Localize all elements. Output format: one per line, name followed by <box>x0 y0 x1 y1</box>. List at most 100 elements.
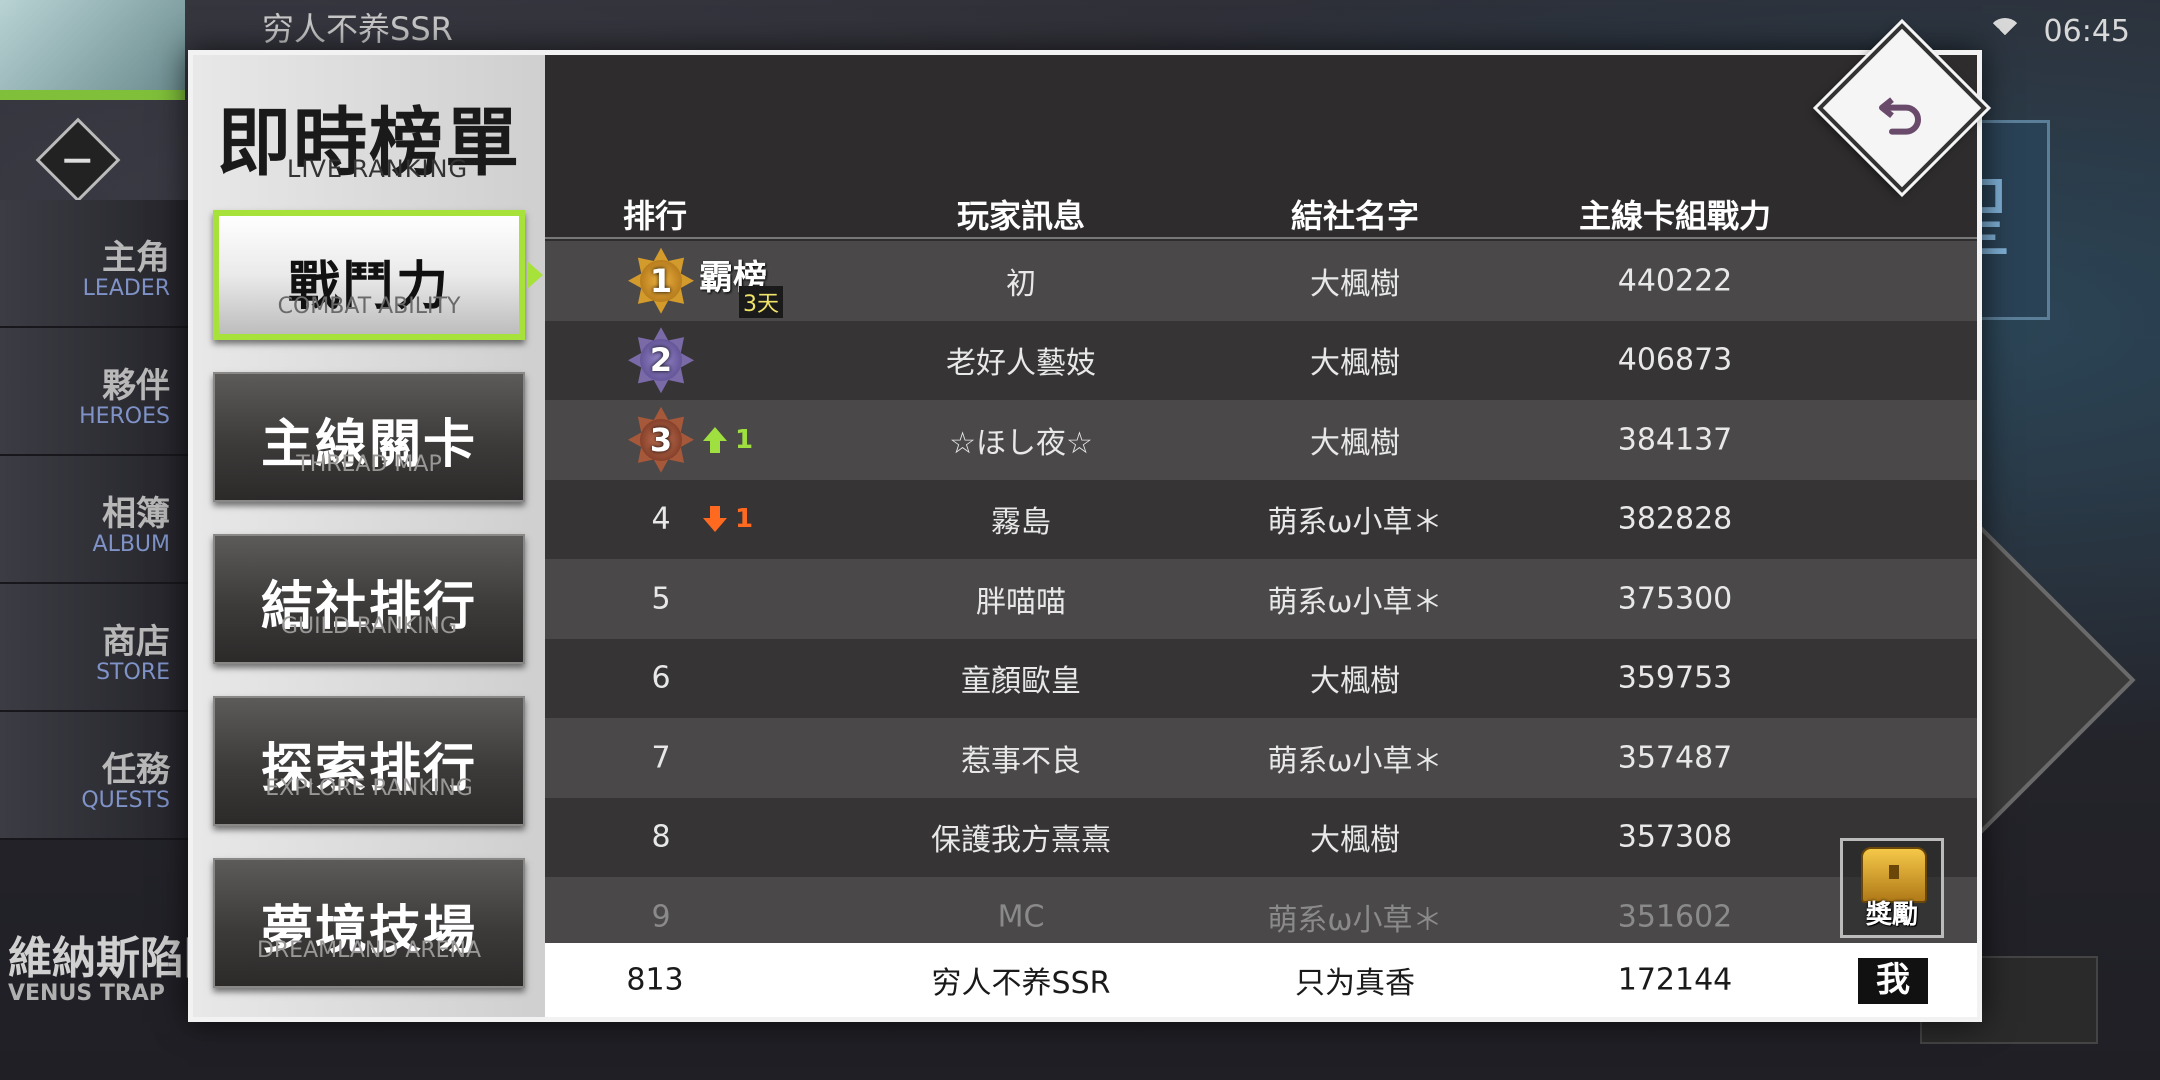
player-name: MC <box>997 899 1045 935</box>
power-value: 351602 <box>1617 899 1733 935</box>
tab-label-en: GUILD RANKING <box>280 614 458 639</box>
nav-quests-label: 任務 <box>102 750 170 790</box>
tab-combat-ability[interactable]: 戰鬥力 COMBAT ABILITY <box>213 210 543 340</box>
rank-number: 6 <box>651 660 671 696</box>
nav-store-label: 商店 <box>102 622 170 662</box>
ranking-rows: 1 霸榜 3天 初 大楓樹 440222 2 老好人藝妓 大楓樹 406873 <box>545 241 1977 957</box>
rank-number: 8 <box>651 819 671 855</box>
nav-leader[interactable]: 主角 LEADER <box>0 200 190 328</box>
champion-badge: 霸榜 3天 <box>695 250 789 318</box>
player-name: 保護我方熹熹 <box>931 823 1111 859</box>
trend-value: 1 <box>735 424 754 455</box>
ranking-category-panel: 即時榜單 LIVE RANKING 戰鬥力 COMBAT ABILITY 主線關… <box>193 55 545 1017</box>
rewards-button[interactable]: 獎勵 <box>1840 838 1944 938</box>
power-value: 359753 <box>1617 660 1733 696</box>
panel-subtitle: LIVE RANKING <box>287 155 469 183</box>
table-row[interactable]: 8 保護我方熹熹 大楓樹 357308 <box>545 797 1977 877</box>
nav-quests[interactable]: 任務 QUESTS <box>0 712 190 840</box>
power-value: 357308 <box>1617 819 1733 855</box>
nav-album-en: ALBUM <box>92 532 170 557</box>
rank-number: 5 <box>651 581 671 617</box>
player-name: 惹事不良 <box>961 743 1081 779</box>
tab-label-en: DREAMLAND ARENA <box>256 938 482 963</box>
tab-guild-ranking[interactable]: 結社排行 GUILD RANKING <box>213 534 525 664</box>
arrow-down-icon <box>703 506 727 533</box>
power-value: 384137 <box>1617 422 1733 458</box>
my-ranking-row[interactable]: 813 穷人不养SSR 只为真香 172144 <box>545 943 1977 1017</box>
medal-icon: 1 <box>628 247 694 314</box>
nav-album[interactable]: 相簿 ALBUM <box>0 456 190 584</box>
trend-value: 1 <box>735 504 754 535</box>
rank-trend: 1 <box>703 504 753 534</box>
nav-album-label: 相簿 <box>102 494 170 534</box>
ranking-dialog: 即時榜單 LIVE RANKING 戰鬥力 COMBAT ABILITY 主線關… <box>188 50 1982 1022</box>
table-row[interactable]: 6 童顏歐皇 大楓樹 359753 <box>545 638 1977 718</box>
tab-explore-ranking[interactable]: 探索排行 EXPLORE RANKING <box>213 696 525 826</box>
nav-heroes-label: 夥伴 <box>102 366 170 406</box>
guild-name: 大楓樹 <box>1310 346 1400 382</box>
background-side-nav: 主角 LEADER 夥伴 HEROES 相簿 ALBUM 商店 STORE 任務… <box>0 120 190 840</box>
header-player: 玩家訊息 <box>956 197 1086 235</box>
guild-name: 萌系ω小草＊ <box>1267 505 1443 541</box>
nav-quests-en: QUESTS <box>81 788 170 813</box>
player-name: 初 <box>1006 266 1036 302</box>
my-rank: 813 <box>626 962 684 998</box>
player-name: 霧島 <box>991 505 1051 541</box>
me-label: 我 <box>1858 958 1928 1004</box>
table-row[interactable]: 3 1 ☆ほし夜☆ 大楓樹 384137 <box>545 400 1977 480</box>
rank-number: 7 <box>651 740 671 776</box>
guild-name: 萌系ω小草＊ <box>1267 584 1443 620</box>
arrow-up-icon <box>703 426 727 453</box>
champion-days: 3天 <box>739 285 783 318</box>
nav-store[interactable]: 商店 STORE <box>0 584 190 712</box>
rank-number: 2 <box>640 339 682 382</box>
player-name: ☆ほし夜☆ <box>949 425 1093 461</box>
guild-name: 萌系ω小草＊ <box>1267 902 1443 938</box>
nav-heroes[interactable]: 夥伴 HEROES <box>0 328 190 456</box>
guild-name: 大楓樹 <box>1310 425 1400 461</box>
my-player-name: 穷人不养SSR <box>931 966 1111 1001</box>
power-value: 357487 <box>1617 740 1733 776</box>
player-name: 胖喵喵 <box>976 584 1066 620</box>
rank-number: 4 <box>651 501 671 537</box>
ranking-table: 排行 玩家訊息 結社名字 主線卡組戰力 1 霸榜 3天 初 大楓樹 440222 <box>545 55 1977 1017</box>
nav-leader-en: LEADER <box>82 276 170 301</box>
wifi-icon <box>1987 18 2022 52</box>
guild-name: 大楓樹 <box>1310 664 1400 700</box>
nav-heroes-en: HEROES <box>79 404 170 429</box>
medal-icon: 2 <box>628 327 694 394</box>
rank-number: 3 <box>640 418 682 461</box>
table-row[interactable]: 1 霸榜 3天 初 大楓樹 440222 <box>545 241 1977 321</box>
tab-label-en: COMBAT ABILITY <box>277 294 461 319</box>
tab-thread-map[interactable]: 主線關卡 THREAD MAP <box>213 372 525 502</box>
guild-name: 萌系ω小草＊ <box>1267 743 1443 779</box>
header-rank: 排行 <box>622 197 688 235</box>
nav-store-en: STORE <box>96 660 170 685</box>
player-name: 童顏歐皇 <box>961 664 1081 700</box>
power-value: 440222 <box>1617 263 1733 299</box>
my-power-value: 172144 <box>1617 962 1733 998</box>
power-value: 382828 <box>1617 501 1733 537</box>
guild-name: 大楓樹 <box>1310 823 1400 859</box>
rewards-label: 獎勵 <box>1865 900 1918 930</box>
power-value: 375300 <box>1617 581 1733 617</box>
back-arrow-icon <box>1879 97 1921 135</box>
my-guild-name: 只为真香 <box>1295 966 1415 1001</box>
power-value: 406873 <box>1617 342 1733 378</box>
table-header: 排行 玩家訊息 結社名字 主線卡組戰力 <box>545 183 1977 239</box>
table-row[interactable]: 7 惹事不良 萌系ω小草＊ 357487 <box>545 718 1977 798</box>
player-avatar <box>0 0 185 100</box>
table-row[interactable]: 5 胖喵喵 萌系ω小草＊ 375300 <box>545 559 1977 639</box>
rank-number: 1 <box>640 259 682 302</box>
guild-name: 大楓樹 <box>1310 266 1400 302</box>
nav-leader-label: 主角 <box>102 238 170 278</box>
tab-label-en: EXPLORE RANKING <box>265 776 473 801</box>
header-power: 主線卡組戰力 <box>1578 197 1772 235</box>
table-row[interactable]: 2 老好人藝妓 大楓樹 406873 <box>545 320 1977 400</box>
header-guild: 結社名字 <box>1290 197 1420 235</box>
tab-dreamland-arena[interactable]: 夢境技場 DREAMLAND ARENA <box>213 858 525 988</box>
player-top-name: 穷人不养SSR <box>262 10 453 48</box>
tab-label-en: THREAD MAP <box>296 452 442 477</box>
player-name: 老好人藝妓 <box>946 346 1096 382</box>
table-row[interactable]: 4 1 霧島 萌系ω小草＊ 382828 <box>545 479 1977 559</box>
